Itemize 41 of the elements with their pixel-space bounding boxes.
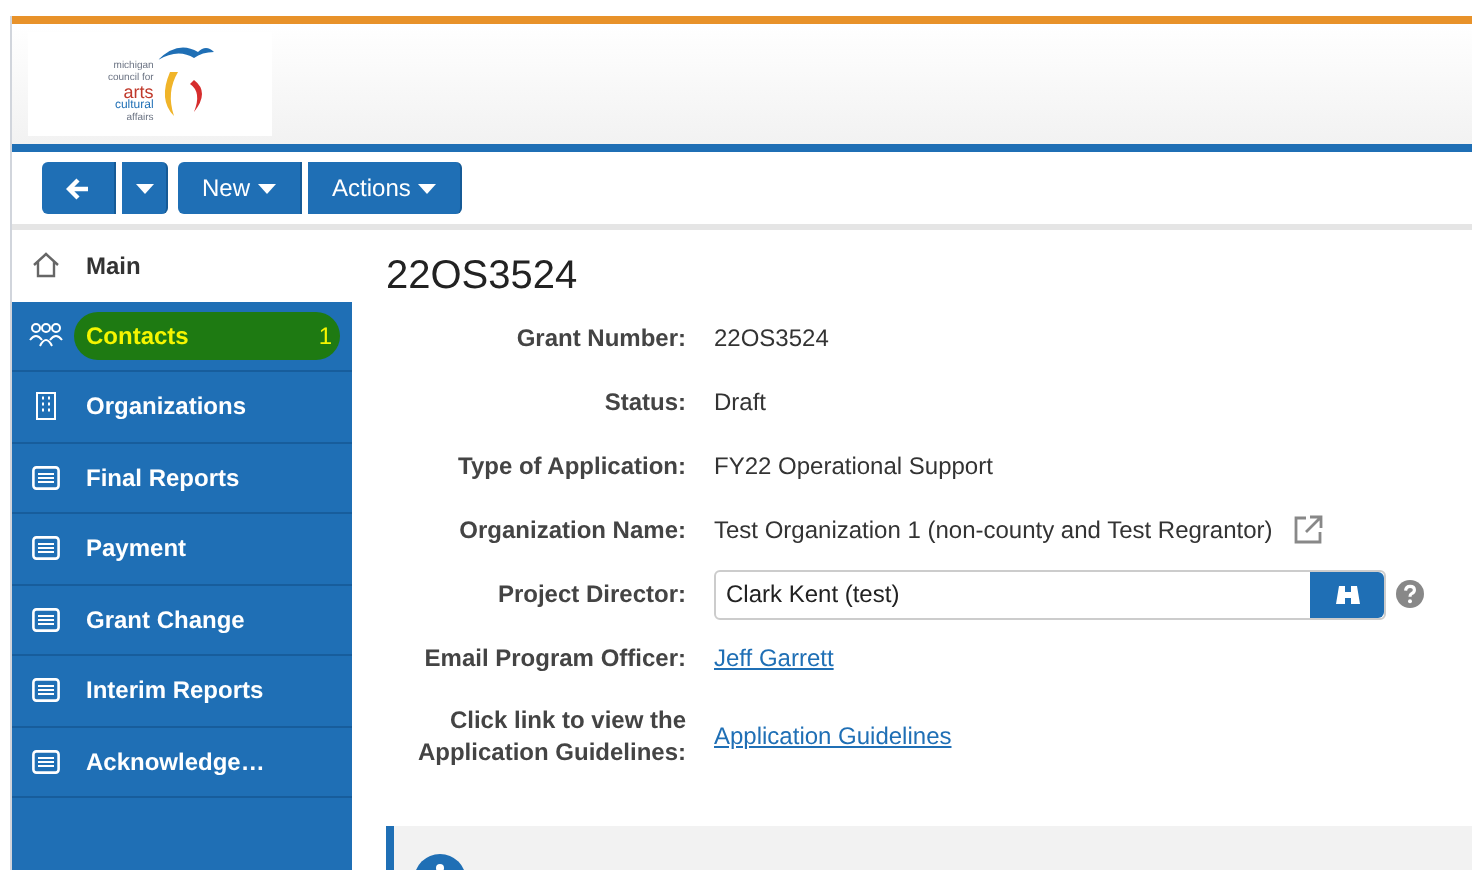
- back-arrow-icon: [66, 177, 90, 199]
- caret-icon: [258, 183, 277, 193]
- external-link-icon[interactable]: [1292, 514, 1325, 546]
- field-label: Email Program Officer:: [422, 642, 686, 674]
- house-icon: [32, 252, 60, 279]
- item-count: 1: [318, 319, 332, 354]
- people-icon: [28, 322, 64, 349]
- caret-icon: [418, 183, 437, 193]
- building-icon: [34, 392, 58, 421]
- field-label: Grant Number:: [514, 322, 686, 354]
- list-icon: [32, 749, 60, 774]
- back-button[interactable]: [42, 162, 116, 214]
- link[interactable]: Jeff Garrett: [714, 640, 834, 676]
- field-label: Click link to view the Application Guidelines:: [415, 704, 686, 768]
- menu-button[interactable]: Actions: [308, 162, 463, 214]
- page-title: 22OS3524: [386, 252, 580, 302]
- list-icon: [32, 536, 60, 561]
- link[interactable]: Application Guidelines: [714, 718, 952, 754]
- help-icon[interactable]: [1396, 580, 1424, 608]
- field-label: Status:: [602, 386, 686, 418]
- list-icon: [32, 607, 60, 632]
- list-icon: [32, 678, 60, 703]
- search-button[interactable]: [1310, 571, 1384, 617]
- field-value: Test Organization 1 (non-county and Test Regrantor): [714, 514, 1273, 548]
- field-value: FY22 Operational Support: [714, 450, 993, 484]
- field-label: Organization Name:: [457, 514, 686, 546]
- menu-button[interactable]: New: [178, 162, 303, 214]
- field-value: Draft: [714, 386, 767, 420]
- sidebar-item[interactable]: Contacts 1: [12, 301, 352, 372]
- binoculars-icon: [1333, 582, 1361, 606]
- dropdown-button[interactable]: [122, 162, 168, 214]
- list-icon: [32, 465, 60, 490]
- field-label: Type of Application:: [456, 450, 686, 482]
- sidebar-item[interactable]: Grant Change: [12, 585, 352, 656]
- sidebar-item[interactable]: Final Reports: [12, 443, 352, 514]
- field-value: 22OS3524: [714, 322, 829, 356]
- lookup-field[interactable]: Clark Kent (test): [714, 569, 1386, 619]
- field-label: Project Director:: [495, 578, 686, 610]
- caret-icon: [135, 183, 153, 193]
- sidebar-item[interactable]: Acknowledge…: [12, 727, 352, 798]
- sidebar-item[interactable]: Main: [12, 230, 352, 301]
